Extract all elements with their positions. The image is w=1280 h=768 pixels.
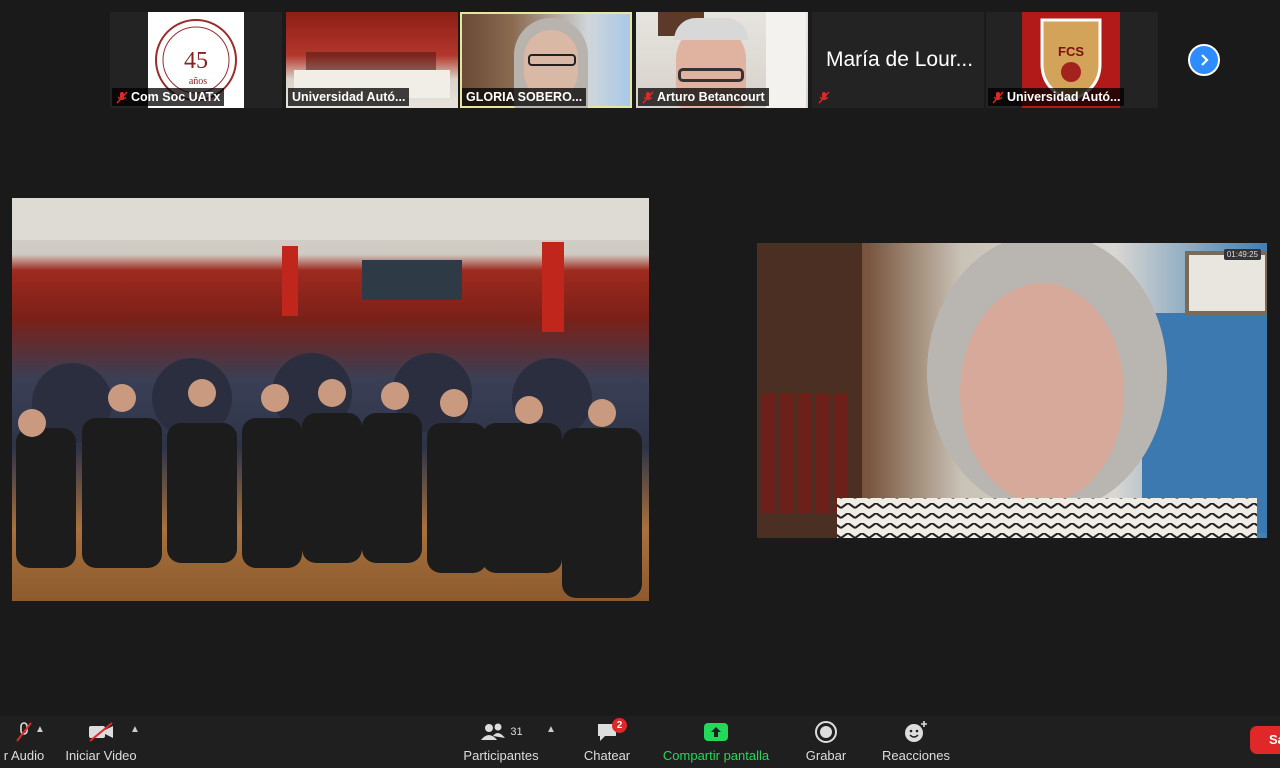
participants-count: 31 <box>510 726 523 738</box>
mic-muted-icon <box>818 91 830 104</box>
logo-subtext: años <box>189 76 207 87</box>
logo-text: FCS <box>1058 44 1084 59</box>
participant-name: Arturo Betancourt <box>638 88 769 106</box>
active-speaker-video: 01:49:25 <box>757 243 1267 538</box>
logo-number: 45 <box>184 48 208 74</box>
record-button[interactable]: Grabar <box>800 720 852 763</box>
speaker-timer: 01:49:25 <box>1223 249 1261 260</box>
mic-muted-icon <box>116 91 128 103</box>
end-meeting-button[interactable]: Sa <box>1250 726 1280 754</box>
participant-name <box>814 89 834 106</box>
share-screen-button[interactable]: Compartir pantalla <box>656 720 776 763</box>
participant-display-name: María de Lour... <box>826 48 974 71</box>
share-screen-icon <box>704 723 728 741</box>
shared-photo <box>12 198 649 601</box>
chat-unread-badge: 2 <box>612 718 627 733</box>
video-options-caret[interactable]: ▲ <box>130 724 140 735</box>
chat-button[interactable]: 2 Chatear <box>578 718 636 763</box>
participant-name: GLORIA SOBERO... <box>462 88 587 106</box>
group-photo-illustration <box>12 198 649 598</box>
video-off-icon <box>89 722 113 742</box>
next-page-button[interactable] <box>1188 44 1220 76</box>
participant-tile-universidad-2[interactable]: FCS Universidad Autó... <box>986 12 1158 108</box>
audio-options-caret[interactable]: ▲ <box>35 724 45 735</box>
record-icon <box>815 721 837 743</box>
participant-tile-universidad-1[interactable]: Universidad Autó... <box>286 12 458 108</box>
participant-name: Com Soc UATx <box>112 88 225 106</box>
participants-button[interactable]: 31 Participantes <box>455 720 547 763</box>
mic-muted-icon <box>642 91 654 103</box>
meeting-toolbar: r Audio ▲ Iniciar Video ▲ 31 Participant… <box>0 716 1280 768</box>
participant-name: Universidad Autó... <box>288 88 410 106</box>
reactions-button[interactable]: Reacciones <box>876 720 956 763</box>
participant-tile-maria[interactable]: María de Lour... <box>812 12 984 108</box>
chevron-right-icon <box>1201 54 1209 66</box>
mic-muted-icon <box>16 722 32 742</box>
reactions-icon <box>905 721 927 742</box>
participant-tile-com-soc[interactable]: 45 años Com Soc UATx <box>110 12 282 108</box>
participant-name: Universidad Autó... <box>988 88 1125 106</box>
participant-tile-gloria[interactable]: GLORIA SOBERO... <box>460 12 632 108</box>
participants-icon <box>481 723 506 740</box>
participant-tile-arturo[interactable]: Arturo Betancourt <box>636 12 808 108</box>
speaker-illustration <box>757 243 1267 538</box>
mic-muted-icon <box>992 91 1004 103</box>
participants-options-caret[interactable]: ▲ <box>546 724 556 735</box>
